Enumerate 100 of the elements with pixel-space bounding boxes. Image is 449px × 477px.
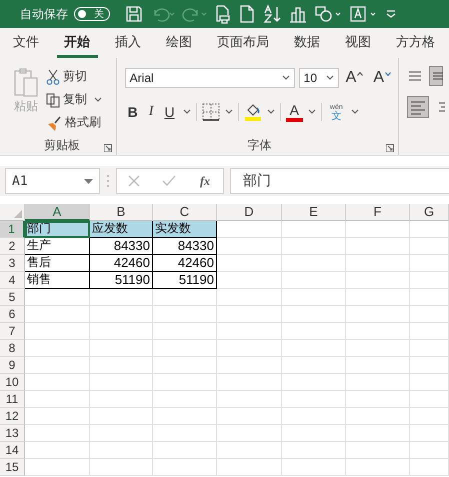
increase-font-size-button[interactable]: A	[342, 69, 366, 87]
empty-cell	[410, 289, 449, 306]
column-header[interactable]: G	[410, 204, 449, 221]
empty-cell	[282, 442, 346, 459]
empty-cell	[346, 238, 410, 255]
dropdown-caret-icon[interactable]	[266, 109, 275, 115]
dropdown-caret-icon[interactable]	[350, 109, 359, 115]
table-cell: 售后	[25, 255, 90, 272]
fill-color-icon[interactable]	[244, 102, 262, 122]
empty-cell	[346, 408, 410, 425]
empty-cell	[217, 323, 282, 340]
row-header[interactable]: 11	[0, 391, 25, 408]
empty-cell	[90, 391, 153, 408]
column-header[interactable]: E	[282, 204, 346, 221]
column-header[interactable]: F	[346, 204, 410, 221]
dialog-launcher-icon[interactable]	[104, 144, 112, 152]
row-header[interactable]: 13	[0, 425, 25, 442]
ribbon-tab[interactable]: 插入	[108, 28, 149, 58]
empty-cell	[346, 340, 410, 357]
dropdown-caret-icon[interactable]	[182, 109, 191, 115]
empty-cell	[410, 238, 449, 255]
empty-cell	[153, 374, 217, 391]
sort-icon[interactable]	[262, 4, 282, 24]
align-left-icon[interactable]	[407, 96, 429, 118]
triangle-icon	[14, 210, 22, 218]
dropdown-caret-icon	[84, 178, 93, 184]
empty-cell	[282, 221, 346, 238]
empty-cell	[90, 442, 153, 459]
empty-cell	[217, 459, 282, 476]
row-header[interactable]: 12	[0, 408, 25, 425]
table-cell: 51190	[153, 272, 217, 289]
underline-button[interactable]: U	[161, 104, 178, 120]
row-header[interactable]: 9	[0, 357, 25, 374]
empty-cell	[90, 374, 153, 391]
empty-cell	[90, 340, 153, 357]
empty-cell	[217, 255, 282, 272]
empty-cell	[153, 323, 217, 340]
font-color-button[interactable]: A	[286, 102, 303, 122]
table-cell: 84330	[153, 238, 217, 255]
empty-cell	[282, 425, 346, 442]
borders-icon[interactable]	[202, 103, 220, 121]
empty-cell	[217, 238, 282, 255]
row-header[interactable]: 15	[0, 459, 25, 476]
text-box-icon[interactable]	[348, 4, 378, 24]
empty-cell	[282, 391, 346, 408]
font-name-dropdown[interactable]: Arial	[124, 68, 295, 88]
italic-button[interactable]: I	[146, 104, 156, 120]
copy-icon	[46, 92, 60, 108]
name-box[interactable]: A1	[5, 168, 100, 194]
paintbrush-icon	[46, 114, 62, 130]
row-header[interactable]: 5	[0, 289, 25, 306]
dropdown-caret-icon[interactable]	[224, 109, 233, 115]
empty-cell	[282, 323, 346, 340]
new-document-icon[interactable]	[238, 4, 256, 24]
ribbon-tab[interactable]: 视图	[338, 28, 379, 58]
autosave-toggle[interactable]: 关	[74, 7, 110, 21]
row-header[interactable]: 10	[0, 374, 25, 391]
dialog-launcher-icon[interactable]	[386, 144, 394, 152]
row-header[interactable]: 14	[0, 442, 25, 459]
row-header[interactable]: 4	[0, 272, 25, 289]
copy-button[interactable]: 复制	[44, 89, 104, 110]
empty-cell	[282, 374, 346, 391]
empty-cell	[410, 255, 449, 272]
ribbon-tab[interactable]: 页面布局	[210, 28, 277, 58]
save-icon[interactable]	[124, 4, 144, 24]
ribbon-tab[interactable]: 文件	[6, 28, 47, 58]
column-header[interactable]: A	[25, 204, 90, 221]
grip-icon[interactable]	[106, 174, 110, 188]
ribbon-tab[interactable]: 方方格	[389, 28, 443, 58]
row-header[interactable]: 8	[0, 340, 25, 357]
insert-function-button[interactable]: fx	[198, 174, 212, 188]
row-header[interactable]: 6	[0, 306, 25, 323]
empty-cell	[410, 408, 449, 425]
empty-cell	[282, 340, 346, 357]
formula-input[interactable]: 部门	[230, 168, 449, 194]
font-size-dropdown[interactable]: 10	[298, 68, 339, 88]
shapes-icon[interactable]	[314, 4, 342, 24]
format-painter-button[interactable]: 格式刷	[44, 112, 104, 133]
empty-cell	[217, 272, 282, 289]
print-preview-icon[interactable]	[214, 4, 232, 24]
decrease-font-size-button[interactable]: A	[370, 69, 394, 87]
empty-cell	[153, 391, 217, 408]
row-header[interactable]: 1	[0, 221, 25, 238]
checkmark-icon[interactable]	[162, 175, 176, 187]
ribbon-tab[interactable]: 绘图	[159, 28, 200, 58]
bold-button[interactable]: B	[124, 104, 141, 120]
column-header[interactable]: D	[217, 204, 282, 221]
row-header[interactable]: 7	[0, 323, 25, 340]
dropdown-caret-icon[interactable]	[308, 109, 316, 115]
align-middle-icon[interactable]	[429, 66, 443, 86]
empty-cell	[410, 340, 449, 357]
ribbon-tab[interactable]: 数据	[287, 28, 328, 58]
row-header[interactable]: 2	[0, 238, 25, 255]
row-header[interactable]: 3	[0, 255, 25, 272]
empty-cell	[90, 289, 153, 306]
empty-cell	[346, 255, 410, 272]
empty-cell	[217, 374, 282, 391]
cut-button[interactable]: 剪切	[44, 66, 104, 87]
table-cell: 84330	[90, 238, 153, 255]
empty-cell	[217, 340, 282, 357]
